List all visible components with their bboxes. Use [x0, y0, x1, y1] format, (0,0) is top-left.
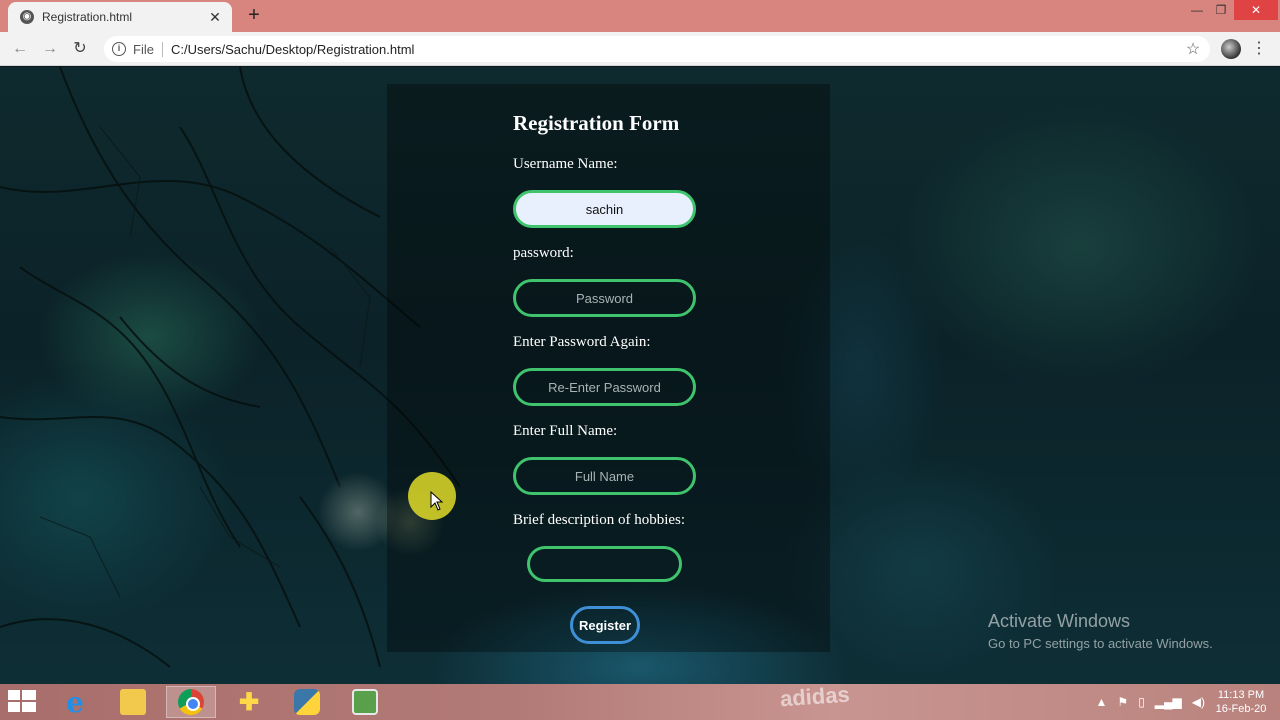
- wallpaper-logo-text: adidas: [779, 681, 851, 712]
- info-icon[interactable]: i: [112, 42, 126, 56]
- activate-windows-watermark: Activate Windows Go to PC settings to ac…: [988, 611, 1213, 651]
- back-button[interactable]: ←: [9, 38, 31, 60]
- hobbies-input[interactable]: [527, 546, 682, 582]
- battery-icon[interactable]: ▯: [1138, 695, 1145, 709]
- chrome-icon[interactable]: [166, 686, 216, 718]
- hobbies-label: Brief description of hobbies:: [513, 512, 686, 528]
- clock-date: 16-Feb-20: [1215, 703, 1267, 715]
- username-input[interactable]: [513, 190, 696, 228]
- page-viewport: Registration Form Username Name: passwor…: [0, 67, 1280, 684]
- password-input[interactable]: [513, 279, 696, 317]
- more-menu-icon[interactable]: ⋮: [1250, 38, 1268, 60]
- register-button[interactable]: Register: [570, 606, 640, 644]
- bookmark-star-icon[interactable]: ☆: [1182, 39, 1204, 59]
- watermark-subtitle: Go to PC settings to activate Windows.: [988, 636, 1213, 651]
- password-label: password:: [513, 245, 574, 261]
- system-tray: ▲ ⚑ ▯ ▂▄▆ ◀) 11:13 PM 16-Feb-20: [1091, 684, 1280, 720]
- mouse-cursor-icon: [430, 491, 444, 511]
- signal-icon[interactable]: ▂▄▆: [1155, 695, 1182, 709]
- internet-explorer-icon[interactable]: e: [50, 686, 100, 719]
- reload-button[interactable]: ↻: [69, 38, 91, 60]
- browser-tab[interactable]: ◉ Registration.html ✕: [8, 2, 232, 32]
- new-tab-button[interactable]: +: [244, 4, 264, 28]
- form-title: Registration Form: [513, 111, 680, 135]
- registration-panel: Registration Form Username Name: passwor…: [387, 84, 830, 652]
- restore-button[interactable]: ❐: [1210, 0, 1232, 20]
- taskbar: e ✚ ▲ ⚑ ▯ ▂▄▆ ◀) 11:13 PM 16-Feb-20: [0, 684, 1280, 720]
- close-window-button[interactable]: ✕: [1234, 0, 1278, 20]
- password-again-input[interactable]: [513, 368, 696, 406]
- password-again-label: Enter Password Again:: [513, 334, 651, 350]
- installer-icon[interactable]: ✚: [224, 686, 274, 718]
- python-icon[interactable]: [282, 686, 332, 718]
- volume-icon[interactable]: ◀): [1192, 695, 1205, 709]
- clock[interactable]: 11:13 PM 16-Feb-20: [1210, 688, 1272, 716]
- windows-start-icon[interactable]: [8, 690, 36, 714]
- close-tab-icon[interactable]: ✕: [208, 9, 222, 26]
- profile-avatar[interactable]: [1221, 39, 1241, 59]
- network-error-icon[interactable]: ⚑: [1117, 695, 1128, 709]
- fullname-input[interactable]: [513, 457, 696, 495]
- file-explorer-icon[interactable]: [108, 686, 158, 718]
- minimize-button[interactable]: —: [1186, 0, 1208, 20]
- forward-button[interactable]: →: [39, 38, 61, 60]
- fullname-label: Enter Full Name:: [513, 423, 618, 439]
- chevron-up-icon[interactable]: ▲: [1096, 695, 1108, 709]
- tab-title: Registration.html: [42, 10, 133, 24]
- address-bar[interactable]: i File C:/Users/Sachu/Desktop/Registrati…: [104, 36, 1210, 62]
- watermark-title: Activate Windows: [988, 611, 1131, 631]
- username-label: Username Name:: [513, 156, 618, 172]
- scheme-label: File: [133, 41, 163, 57]
- tab-strip: ◉ Registration.html ✕ + — ❐ ✕: [0, 0, 1280, 32]
- clock-time: 11:13 PM: [1217, 689, 1265, 701]
- globe-icon: ◉: [20, 10, 34, 24]
- notepad-icon[interactable]: [340, 686, 390, 718]
- url-text[interactable]: C:/Users/Sachu/Desktop/Registration.html: [171, 42, 1182, 57]
- browser-toolbar: ← → ↻ i File C:/Users/Sachu/Desktop/Regi…: [0, 32, 1280, 66]
